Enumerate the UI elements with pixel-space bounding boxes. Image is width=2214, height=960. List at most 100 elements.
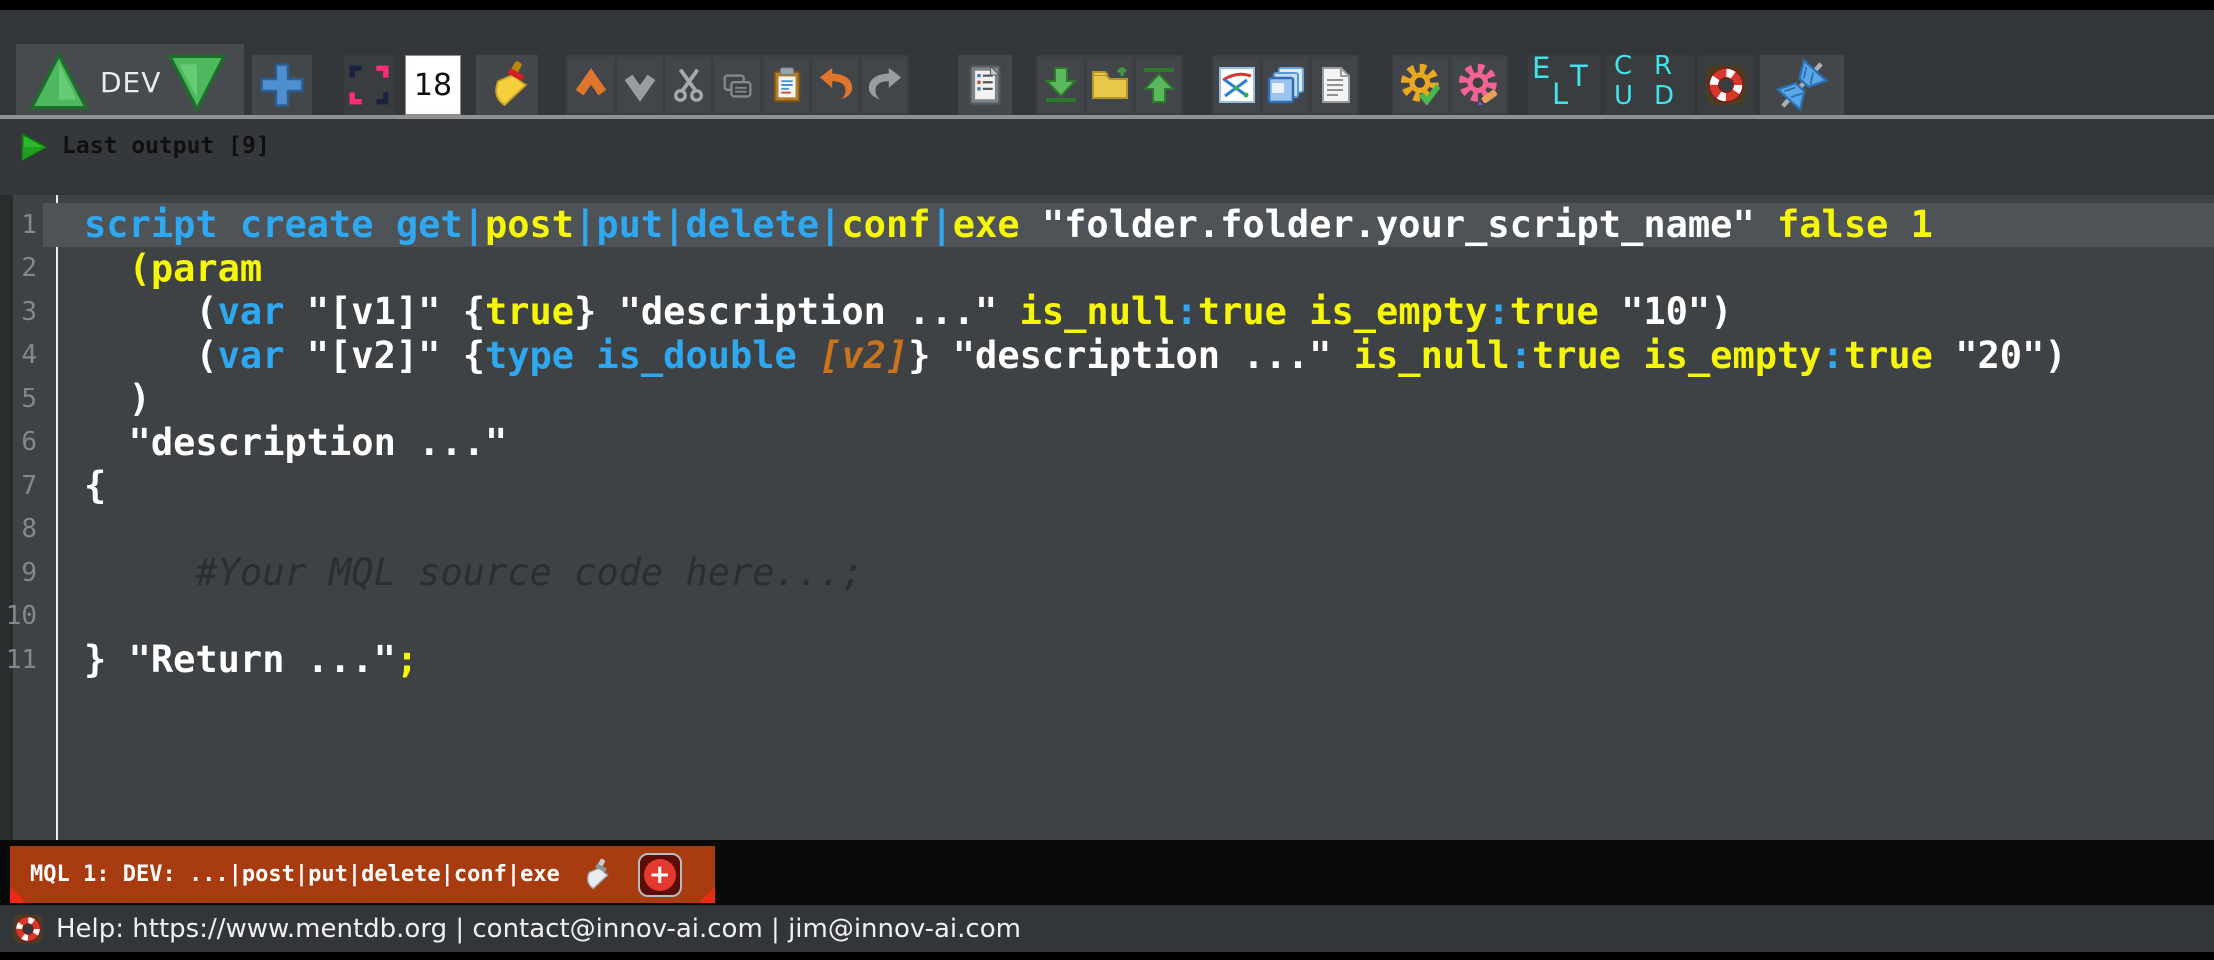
report-icon xyxy=(963,61,1007,109)
code-text: script create get|post|put|delete|conf|e… xyxy=(43,203,2214,247)
connector-button[interactable] xyxy=(1760,55,1844,115)
open-folder-icon xyxy=(1090,65,1130,105)
gear-edit-icon xyxy=(1456,62,1502,108)
selection-button[interactable] xyxy=(344,55,394,115)
run-up-button[interactable] xyxy=(26,50,92,114)
line-number: 3 xyxy=(0,297,43,327)
output-header: Last output [9] xyxy=(0,119,2214,195)
cut-icon xyxy=(670,66,708,104)
add-button[interactable] xyxy=(252,55,312,115)
elt-button[interactable]: E L T xyxy=(1528,55,1600,115)
code-text xyxy=(43,595,2214,639)
line-number: 9 xyxy=(0,558,43,588)
code-line[interactable]: 2 (param xyxy=(0,247,2214,291)
code-lines: 1script create get|post|put|delete|conf|… xyxy=(0,203,2214,682)
settings-edit-button[interactable] xyxy=(1452,57,1506,113)
tab-label: MQL 1: DEV: ...|post|put|delete|conf|exe xyxy=(30,862,560,887)
code-text: (var "[v1]" {true} "description ..." is_… xyxy=(43,290,2214,334)
run-down-icon xyxy=(164,50,230,114)
view-group xyxy=(1212,55,1359,115)
cut-button[interactable] xyxy=(666,57,711,113)
undo-button[interactable] xyxy=(813,57,858,113)
crud-button[interactable]: C R U D xyxy=(1606,55,1694,115)
code-line[interactable]: 1script create get|post|put|delete|conf|… xyxy=(0,203,2214,247)
code-line[interactable]: 10 xyxy=(0,595,2214,639)
line-number: 5 xyxy=(0,384,43,414)
paste-button[interactable] xyxy=(764,57,809,113)
lifebuoy-icon xyxy=(1704,63,1748,107)
code-text: ) xyxy=(43,377,2214,421)
env-group: DEV xyxy=(16,44,244,120)
settings-check-button[interactable] xyxy=(1394,57,1448,113)
code-editor[interactable]: 1script create get|post|put|delete|conf|… xyxy=(0,195,2214,840)
clean-button[interactable] xyxy=(476,55,538,115)
redo-button[interactable] xyxy=(862,57,907,113)
clean-icon xyxy=(482,58,532,112)
export-icon xyxy=(1139,65,1179,105)
help-text: Help: https://www.mentdb.org | contact@i… xyxy=(56,914,1021,944)
line-number: 2 xyxy=(0,253,43,283)
code-text xyxy=(43,508,2214,552)
status-bar: Help: https://www.mentdb.org | contact@i… xyxy=(0,905,2214,952)
code-text: "description ..." xyxy=(43,421,2214,465)
mentdb-editor-window: { "toolbar": { "env_label": "DEV", "font… xyxy=(0,0,2214,960)
line-number: 6 xyxy=(0,427,43,457)
document-icon xyxy=(1315,65,1355,105)
export-button[interactable] xyxy=(1136,57,1181,113)
chevron-down-icon xyxy=(621,66,659,104)
code-line[interactable]: 3 (var "[v1]" {true} "description ..." i… xyxy=(0,290,2214,334)
tab-clean-icon[interactable] xyxy=(578,857,612,893)
windows-stack-icon xyxy=(1266,65,1306,105)
code-line[interactable]: 8 xyxy=(0,508,2214,552)
add-icon xyxy=(258,61,306,109)
new-tab-button[interactable]: + xyxy=(638,853,682,897)
toolbar: DEV 18 xyxy=(0,10,2214,115)
code-line[interactable]: 6 "description ..." xyxy=(0,421,2214,465)
code-line[interactable]: 9 #Your MQL source code here...; xyxy=(0,551,2214,595)
import-button[interactable] xyxy=(1038,57,1083,113)
run-down-button[interactable] xyxy=(164,50,230,114)
code-text: #Your MQL source code here...; xyxy=(43,551,2214,595)
code-text: (var "[v2]" {type is_double [v2]} "descr… xyxy=(43,334,2214,378)
windows-stack-button[interactable] xyxy=(1263,57,1308,113)
play-icon xyxy=(18,131,48,163)
gear-check-icon xyxy=(1398,62,1444,108)
font-size-value: 18 xyxy=(406,56,460,114)
line-number: 10 xyxy=(0,601,43,631)
chevron-up-icon xyxy=(572,66,610,104)
connector-icon xyxy=(1772,55,1832,115)
move-up-button[interactable] xyxy=(568,57,613,113)
copy-icon xyxy=(719,66,757,104)
code-text: } "Return ..."; xyxy=(43,638,2214,682)
tab-bar: MQL 1: DEV: ...|post|put|delete|conf|exe… xyxy=(0,840,2214,905)
run-up-icon xyxy=(26,50,92,114)
status-lifebuoy-icon xyxy=(12,913,44,945)
code-line[interactable]: 11} "Return ..."; xyxy=(0,638,2214,682)
line-number: 8 xyxy=(0,514,43,544)
copy-button[interactable] xyxy=(715,57,760,113)
help-button[interactable] xyxy=(1698,55,1754,115)
line-number: 1 xyxy=(0,210,43,240)
code-line[interactable]: 7{ xyxy=(0,464,2214,508)
code-text: { xyxy=(43,464,2214,508)
code-line[interactable]: 4 (var "[v2]" {type is_double [v2]} "des… xyxy=(0,334,2214,378)
font-size-box[interactable]: 18 xyxy=(402,55,464,115)
selection-icon xyxy=(348,64,390,106)
crud-icon: C R U D xyxy=(1606,55,1694,115)
line-number: 4 xyxy=(0,340,43,370)
chart-icon xyxy=(1217,65,1257,105)
document-button[interactable] xyxy=(1312,57,1357,113)
paste-icon xyxy=(768,66,806,104)
edit-group xyxy=(566,55,909,115)
import-icon xyxy=(1041,65,1081,105)
open-folder-button[interactable] xyxy=(1087,57,1132,113)
redo-icon xyxy=(866,66,904,104)
move-down-button[interactable] xyxy=(617,57,662,113)
chart-button[interactable] xyxy=(1214,57,1259,113)
tab-mql1[interactable]: MQL 1: DEV: ...|post|put|delete|conf|exe… xyxy=(10,846,715,903)
settings-group xyxy=(1392,55,1508,115)
elt-icon: E L T xyxy=(1528,55,1600,115)
report-button[interactable] xyxy=(958,55,1012,115)
undo-icon xyxy=(817,66,855,104)
code-line[interactable]: 5 ) xyxy=(0,377,2214,421)
